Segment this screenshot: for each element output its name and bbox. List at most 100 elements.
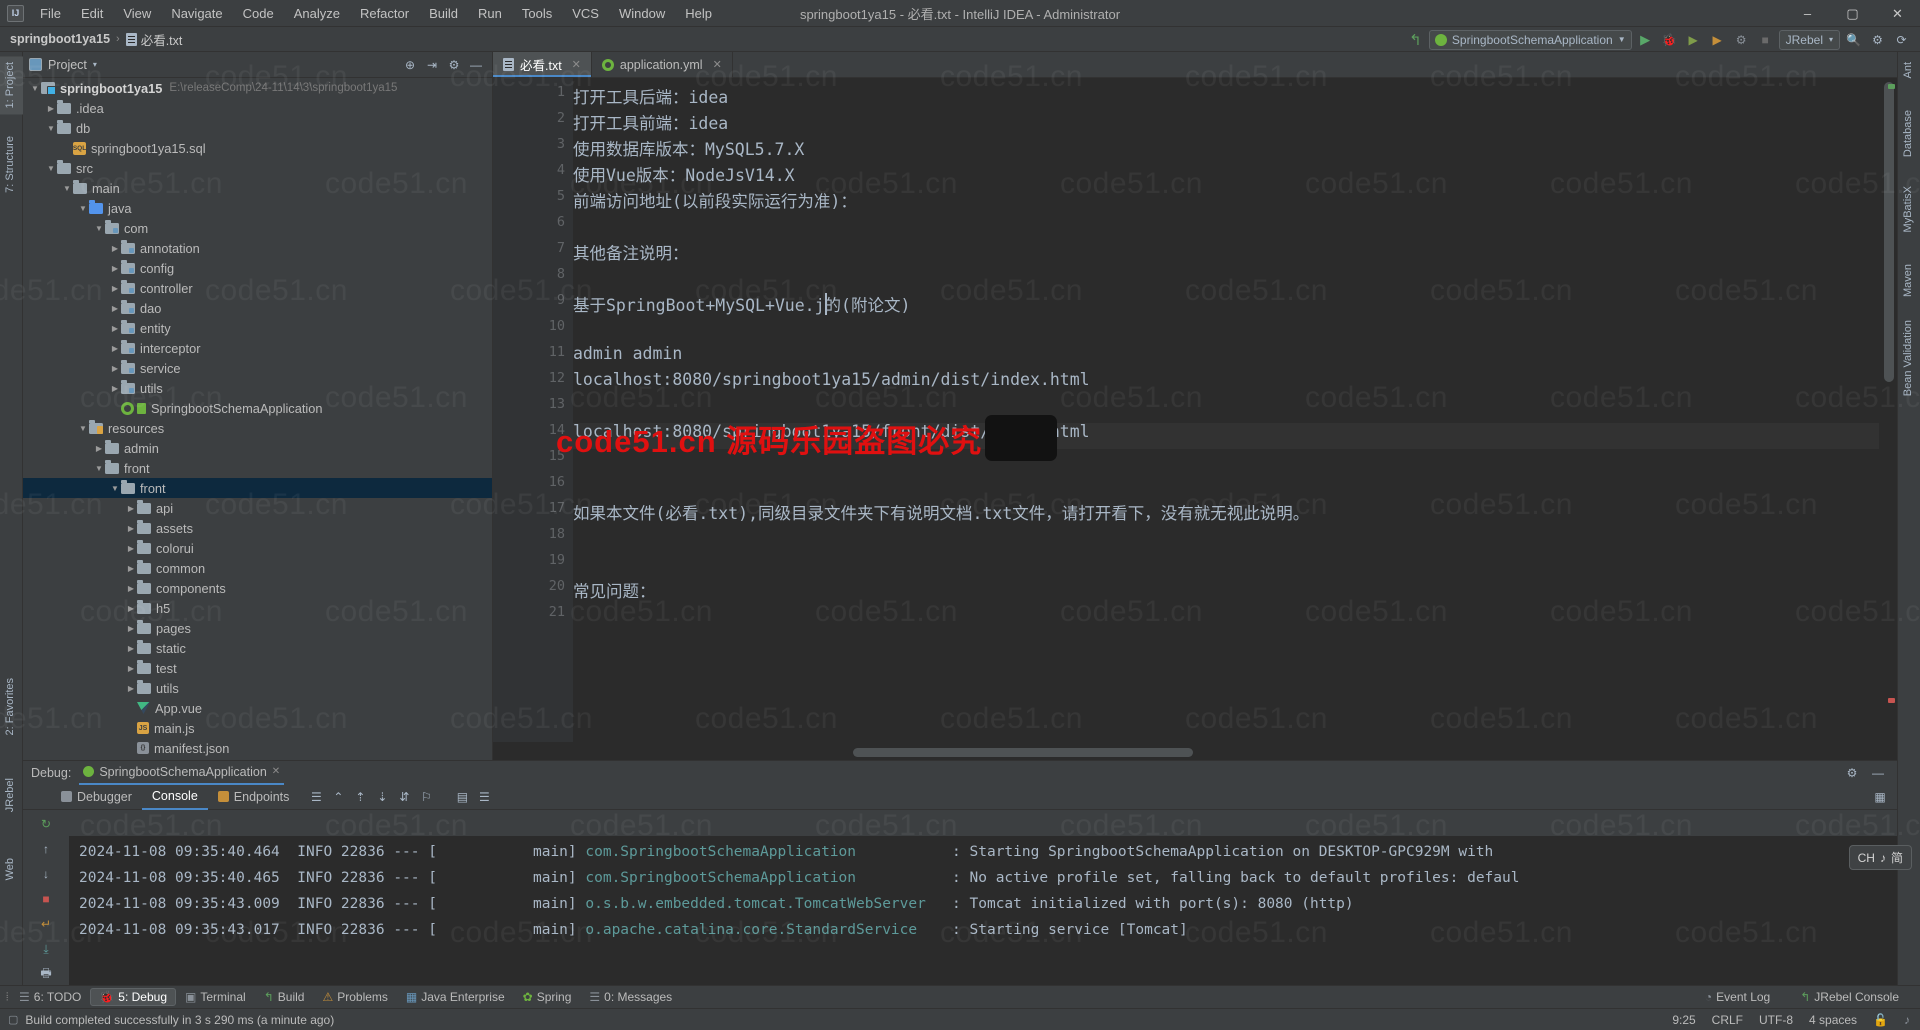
tool-tab-maven[interactable]: Maven bbox=[1898, 258, 1920, 303]
project-tree[interactable]: ▼ springboot1ya15 E:\releaseComp\24-11\14\… bbox=[23, 78, 492, 760]
chevron-right-icon[interactable]: ▶ bbox=[109, 244, 121, 253]
tree-node-api[interactable]: ▶ api bbox=[23, 498, 492, 518]
indent-setting[interactable]: 4 spaces bbox=[1809, 1013, 1857, 1027]
menu-file[interactable]: File bbox=[30, 2, 71, 25]
chevron-down-icon[interactable]: ▼ bbox=[93, 224, 105, 233]
search-everywhere-icon[interactable]: 🔍 bbox=[1843, 30, 1864, 50]
stop-button[interactable]: ■ bbox=[1755, 30, 1776, 50]
tool-tab-project[interactable]: 1: Project bbox=[0, 56, 23, 115]
menu-tools[interactable]: Tools bbox=[512, 2, 562, 25]
chevron-right-icon[interactable]: ▶ bbox=[109, 284, 121, 293]
chevron-right-icon[interactable]: ▶ bbox=[125, 644, 137, 653]
scroll-to-end-icon[interactable]: ⤓ bbox=[35, 938, 57, 960]
chevron-down-icon[interactable]: ▼ bbox=[109, 484, 121, 493]
tree-node-springboot1ya15[interactable]: ▼ springboot1ya15 E:\releaseComp\24-11\14\… bbox=[23, 78, 492, 98]
console-output[interactable]: 2024-11-08 09:35:40.464 INFO 22836 --- [… bbox=[69, 836, 1897, 985]
step-icon[interactable]: ⇵ bbox=[393, 786, 415, 808]
menu-icon[interactable]: ☰ bbox=[305, 786, 327, 808]
scroll-up-icon[interactable]: ⇡ bbox=[349, 786, 371, 808]
tree-node-main[interactable]: ▼ main bbox=[23, 178, 492, 198]
chevron-down-icon[interactable]: ▼ bbox=[77, 424, 89, 433]
caret-position[interactable]: 9:25 bbox=[1672, 1013, 1695, 1027]
tree-node-front[interactable]: ▼ front bbox=[23, 458, 492, 478]
tree-node-src[interactable]: ▼ src bbox=[23, 158, 492, 178]
menu-vcs[interactable]: VCS bbox=[562, 2, 609, 25]
tree-node-annotation[interactable]: ▶ annotation bbox=[23, 238, 492, 258]
breadcrumb-file[interactable]: 必看.txt bbox=[125, 30, 182, 49]
tool-button-spring[interactable]: ✿ Spring bbox=[514, 988, 581, 1006]
editor-vertical-scroll-thumb[interactable] bbox=[1884, 82, 1894, 382]
hide-icon[interactable]: — bbox=[1867, 762, 1889, 784]
menu-view[interactable]: View bbox=[113, 2, 161, 25]
tree-node-com[interactable]: ▼ com bbox=[23, 218, 492, 238]
menu-window[interactable]: Window bbox=[609, 2, 675, 25]
tree-node-static[interactable]: ▶ static bbox=[23, 638, 492, 658]
tree-node-interceptor[interactable]: ▶ interceptor bbox=[23, 338, 492, 358]
tool-tab-structure[interactable]: 7: Structure bbox=[0, 130, 23, 199]
chevron-down-icon[interactable]: ▼ bbox=[29, 84, 41, 93]
chevron-down-icon[interactable]: ▾ bbox=[93, 60, 97, 69]
tab-debugger[interactable]: Debugger bbox=[51, 784, 142, 810]
editor-tab-application-yml[interactable]: application.yml ✕ bbox=[592, 52, 733, 77]
gear-icon[interactable]: ⚙ bbox=[1841, 762, 1863, 784]
chevron-right-icon[interactable]: ▶ bbox=[109, 364, 121, 373]
chevron-right-icon[interactable]: ▶ bbox=[125, 624, 137, 633]
tool-button-problems[interactable]: ⚠ Problems bbox=[313, 988, 396, 1006]
tool-button-messages[interactable]: ☰ 0: Messages bbox=[580, 988, 681, 1006]
tree-node-pages[interactable]: ▶ pages bbox=[23, 618, 492, 638]
tree-node-colorui[interactable]: ▶ colorui bbox=[23, 538, 492, 558]
chevron-right-icon[interactable]: ▶ bbox=[125, 524, 137, 533]
editor-horizontal-scroll-thumb[interactable] bbox=[853, 748, 1193, 757]
menu-navigate[interactable]: Navigate bbox=[161, 2, 232, 25]
chevron-right-icon[interactable]: ▶ bbox=[125, 604, 137, 613]
chevron-right-icon[interactable]: ▶ bbox=[125, 664, 137, 673]
menu-edit[interactable]: Edit bbox=[71, 2, 113, 25]
file-encoding[interactable]: UTF-8 bbox=[1759, 1013, 1793, 1027]
run-configuration-selector[interactable]: SpringbootSchemaApplication ▼ bbox=[1428, 29, 1632, 50]
chevron-down-icon[interactable]: ▼ bbox=[93, 464, 105, 473]
chevron-right-icon[interactable]: ▶ bbox=[125, 504, 137, 513]
editor-gutter[interactable]: 1 2 3 4 5 6 7 8 9 10 11 12 13 14 15 16 17 18 19 20 21 bbox=[493, 78, 573, 742]
locate-icon[interactable]: ⊕ bbox=[400, 55, 420, 75]
tree-node-utils[interactable]: ▶ utils bbox=[23, 378, 492, 398]
tree-node-main-js[interactable]: ▶JSmain.js bbox=[23, 718, 492, 738]
tool-tab-web[interactable]: Web bbox=[0, 852, 23, 886]
chevron-right-icon[interactable]: ▶ bbox=[125, 584, 137, 593]
chevron-right-icon[interactable]: ▶ bbox=[109, 344, 121, 353]
filter-icon[interactable]: ⚐ bbox=[415, 786, 437, 808]
profile-button[interactable]: ▶ bbox=[1707, 30, 1728, 50]
menu-analyze[interactable]: Analyze bbox=[284, 2, 350, 25]
close-icon[interactable]: ✕ bbox=[713, 58, 722, 71]
collapse-all-icon[interactable]: ⇥ bbox=[422, 55, 442, 75]
chevron-right-icon[interactable]: ▶ bbox=[125, 564, 137, 573]
tree-node-assets[interactable]: ▶ assets bbox=[23, 518, 492, 538]
tab-console[interactable]: Console bbox=[69, 784, 208, 847]
tool-tab-database[interactable]: Database bbox=[1898, 104, 1920, 163]
tool-button-event-log[interactable]: ◔ Event Log bbox=[1696, 988, 1779, 1006]
tree-node-config[interactable]: ▶ config bbox=[23, 258, 492, 278]
tree-node-entity[interactable]: ▶ entity bbox=[23, 318, 492, 338]
back-arrow-icon[interactable]: ↰ bbox=[1405, 30, 1426, 50]
debug-button[interactable]: 🐞 bbox=[1659, 30, 1680, 50]
rerun-icon[interactable]: ↻ bbox=[35, 813, 57, 835]
chevron-down-icon[interactable]: ▼ bbox=[45, 124, 57, 133]
tool-button-terminal[interactable]: ▣ Terminal bbox=[176, 988, 255, 1006]
menu-code[interactable]: Code bbox=[233, 2, 284, 25]
update-icon[interactable]: ⟳ bbox=[1891, 30, 1912, 50]
tree-node-app-vue[interactable]: ▶App.vue bbox=[23, 698, 492, 718]
run-button[interactable]: ▶ bbox=[1635, 30, 1656, 50]
lock-icon[interactable]: 🔓 bbox=[1873, 1013, 1888, 1027]
minimize-button[interactable]: – bbox=[1785, 0, 1830, 27]
tree-node-springboot1ya15-sql[interactable]: ▶SQLspringboot1ya15.sql bbox=[23, 138, 492, 158]
tool-tab-jrebel[interactable]: JRebel bbox=[0, 772, 23, 818]
chevron-down-icon[interactable]: ▼ bbox=[77, 204, 89, 213]
chevron-right-icon[interactable]: ▶ bbox=[125, 544, 137, 553]
tool-button-jrebel-console[interactable]: ↰ JRebel Console bbox=[1791, 988, 1908, 1006]
tree-node-h5[interactable]: ▶ h5 bbox=[23, 598, 492, 618]
tree-node-common[interactable]: ▶ common bbox=[23, 558, 492, 578]
chevron-right-icon[interactable]: ▶ bbox=[125, 684, 137, 693]
menu-help[interactable]: Help bbox=[675, 2, 722, 25]
maximize-button[interactable]: ▢ bbox=[1830, 0, 1875, 27]
scroll-down-icon[interactable]: ⇣ bbox=[371, 786, 393, 808]
chevron-right-icon[interactable]: ▶ bbox=[109, 384, 121, 393]
